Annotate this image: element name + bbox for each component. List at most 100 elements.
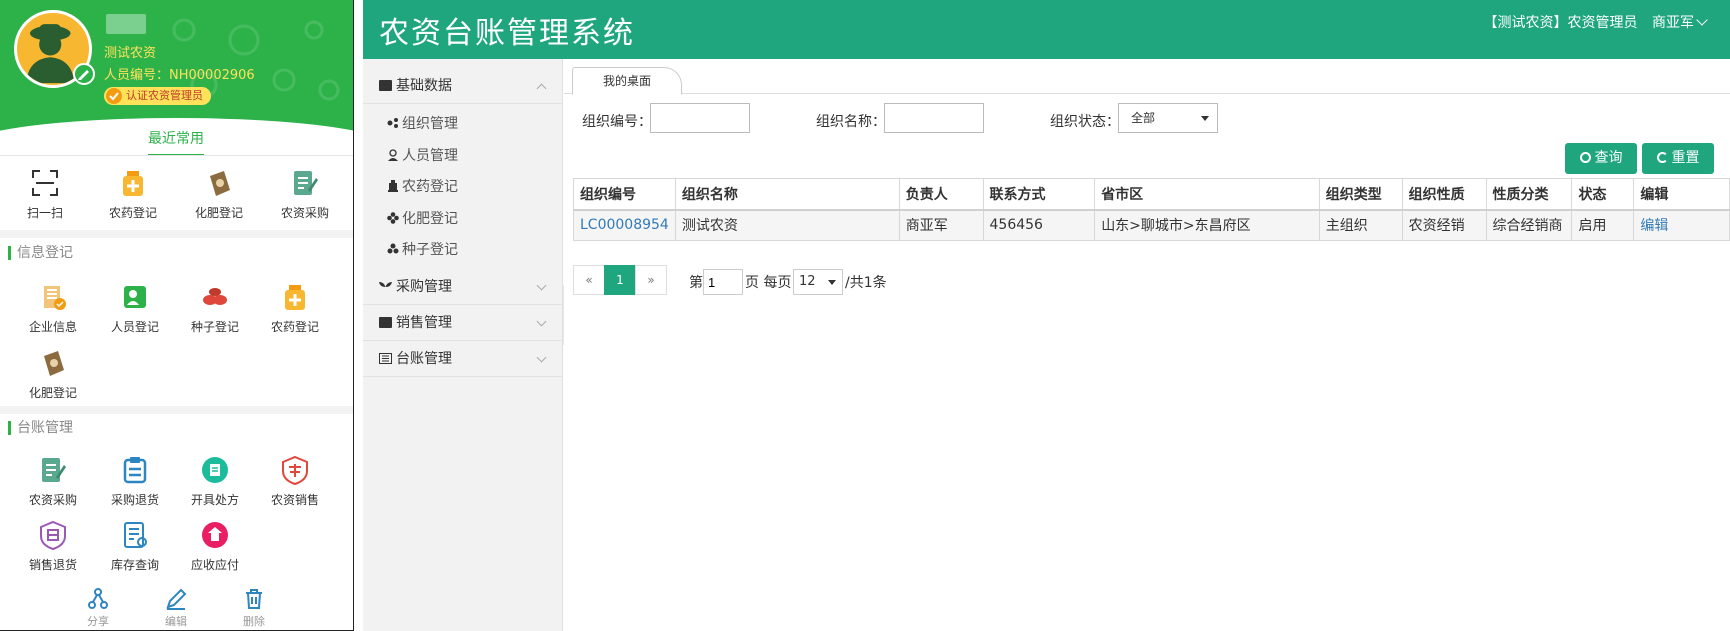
sidebar-item-label: 组织管理 [402, 116, 458, 132]
ledger-item-sales-return[interactable]: 销售退货 [10, 520, 96, 573]
org-name: 测试农资 [104, 46, 157, 61]
col-region[interactable]: 省市区 [1094, 178, 1320, 211]
info-item-fertilizer[interactable]: 化肥登记 [10, 348, 96, 401]
info-item-enterprise[interactable]: 企业信息 [10, 282, 96, 335]
cell-region: 山东>聊城市>东昌府区 [1094, 209, 1320, 241]
edit-link[interactable]: 编辑 [1633, 209, 1730, 241]
org-name-input[interactable] [884, 103, 984, 133]
col-edit: 编辑 [1633, 178, 1730, 211]
sidebar-item-seed-registration[interactable]: 种子登记 [387, 240, 458, 260]
delete-button[interactable]: 删除 [224, 587, 284, 629]
sidebar-group-purchase[interactable]: 采购管理 [363, 269, 563, 305]
edit-button[interactable]: 编辑 [146, 587, 206, 629]
ledger-item-label: 库存查询 [110, 558, 159, 572]
sales-icon [282, 455, 308, 485]
mobile-app-panel: 测试农资 人员编号：NH00002906 认证农资管理员 最近常用 扫一扫 农药… [0, 0, 354, 631]
user-name-redacted [106, 14, 146, 34]
sidebar-item-fertilizer-registration[interactable]: 化肥登记 [387, 209, 458, 229]
card-icon [379, 317, 392, 328]
delete-label: 删除 [243, 615, 265, 628]
chevron-up-icon [536, 83, 547, 94]
info-item-person[interactable]: 人员登记 [92, 282, 178, 335]
ledger-item-receivable[interactable]: 应收应付 [172, 520, 258, 573]
certified-badge: 认证农资管理员 [104, 87, 211, 105]
org-table: 组织编号 组织名称 负责人 联系方式 省市区 组织类型 组织性质 性质分类 状态… [573, 178, 1730, 241]
col-owner[interactable]: 负责人 [898, 178, 984, 211]
user-org-role: 【测试农资】农资管理员 [1483, 15, 1638, 31]
sidebar-group-label: 采购管理 [396, 279, 452, 295]
col-org-no[interactable]: 组织编号 [573, 178, 676, 211]
system-title: 农资台账管理系统 [379, 16, 635, 51]
ledger-item-purchase[interactable]: 农资采购 [10, 455, 96, 508]
prev-page-button[interactable]: « [573, 265, 605, 295]
cell-contact: 456456 [982, 209, 1096, 241]
scan-icon [32, 170, 58, 196]
sidebar: 基础数据 组织管理 人员管理 农药登记 化肥登记 种子登记 采购管理 销售管理 … [363, 59, 563, 631]
search-button[interactable]: 查询 [1565, 143, 1637, 174]
next-page-button[interactable]: » [635, 265, 667, 295]
cell-org-no-link[interactable]: LC00008954 [573, 209, 676, 241]
user-menu[interactable]: 【测试农资】农资管理员 商亚军 [1483, 12, 1708, 32]
col-status[interactable]: 状态 [1571, 178, 1635, 211]
col-contact[interactable]: 联系方式 [982, 178, 1096, 211]
col-nature-category[interactable]: 性质分类 [1485, 178, 1573, 211]
info-item-label: 农药登记 [270, 320, 319, 334]
ledger-item-sales[interactable]: 农资销售 [252, 455, 338, 508]
ledger-item-inventory[interactable]: 库存查询 [92, 520, 178, 573]
ledger-item-return[interactable]: 采购退货 [92, 455, 178, 508]
info-item-pesticide[interactable]: 农药登记 [252, 282, 338, 335]
tab-my-desktop[interactable]: 我的桌面 [572, 67, 682, 95]
ledger-item-label: 农资采购 [28, 493, 77, 507]
ledger-item-label: 采购退货 [110, 493, 159, 507]
recent-item-pesticide[interactable]: 农药登记 [90, 168, 176, 221]
sidebar-group-label: 台账管理 [396, 351, 452, 367]
avatar-edit-icon[interactable] [73, 63, 95, 85]
page-number-input[interactable] [703, 269, 743, 295]
search-button-label: 查询 [1594, 150, 1623, 166]
staff-no-label: 人员编号： [104, 68, 170, 83]
chevron-down-icon [1696, 14, 1708, 26]
per-page-select[interactable]: 12 [793, 269, 843, 295]
per-page-value: 12 [799, 274, 816, 289]
purchase-icon [294, 171, 318, 195]
sidebar-item-staff-management[interactable]: 人员管理 [387, 146, 458, 166]
recent-item-purchase[interactable]: 农资采购 [262, 168, 348, 221]
info-item-label: 人员登记 [110, 320, 159, 334]
section-gap [0, 406, 353, 414]
recent-item-fertilizer[interactable]: 化肥登记 [176, 168, 262, 221]
ledger-item-prescription[interactable]: 开具处方 [172, 455, 258, 508]
info-item-seed[interactable]: 种子登记 [172, 282, 258, 335]
recent-item-label: 农药登记 [108, 206, 157, 220]
col-org-type[interactable]: 组织类型 [1318, 178, 1403, 211]
org-no-label: 组织编号： [582, 114, 652, 130]
col-org-name[interactable]: 组织名称 [674, 178, 900, 211]
sidebar-item-label: 化肥登记 [402, 211, 458, 227]
refresh-icon [1656, 152, 1668, 163]
inventory-icon [124, 522, 147, 548]
web-admin-panel: 农资台账管理系统 【测试农资】农资管理员 商亚军 基础数据 组织管理 人员管理 … [363, 0, 1730, 631]
org-no-input[interactable] [650, 103, 750, 133]
section-title-ledger: 台账管理 [8, 421, 73, 435]
org-status-select[interactable]: 全部 [1118, 103, 1218, 133]
sidebar-group-label: 基础数据 [396, 78, 452, 94]
tab-recent[interactable]: 最近常用 [148, 128, 204, 156]
sidebar-group-basic-data[interactable]: 基础数据 [363, 68, 563, 104]
reset-button[interactable]: 重置 [1642, 143, 1714, 174]
recent-item-scan[interactable]: 扫一扫 [2, 168, 88, 221]
table-header-row: 组织编号 组织名称 负责人 联系方式 省市区 组织类型 组织性质 性质分类 状态… [573, 178, 1730, 211]
info-item-label: 化肥登记 [28, 386, 77, 400]
page-1-button[interactable]: 1 [604, 265, 636, 295]
share-label: 分享 [87, 615, 109, 628]
sidebar-item-pesticide-registration[interactable]: 农药登记 [387, 177, 458, 197]
leaf-icon [379, 282, 392, 292]
total-count: /共1条 [845, 275, 887, 291]
recent-item-label: 扫一扫 [26, 206, 63, 220]
sidebar-group-ledger[interactable]: 台账管理 [363, 341, 563, 377]
sidebar-group-sales[interactable]: 销售管理 [363, 305, 563, 341]
table-row: LC00008954 测试农资 商亚军 456456 山东>聊城市>东昌府区 主… [573, 209, 1730, 241]
share-button[interactable]: 分享 [68, 587, 128, 629]
col-org-nature[interactable]: 组织性质 [1401, 178, 1487, 211]
user-name: 商亚军 [1652, 15, 1694, 31]
sidebar-item-org-management[interactable]: 组织管理 [387, 114, 458, 134]
cell-status: 启用 [1571, 209, 1635, 241]
